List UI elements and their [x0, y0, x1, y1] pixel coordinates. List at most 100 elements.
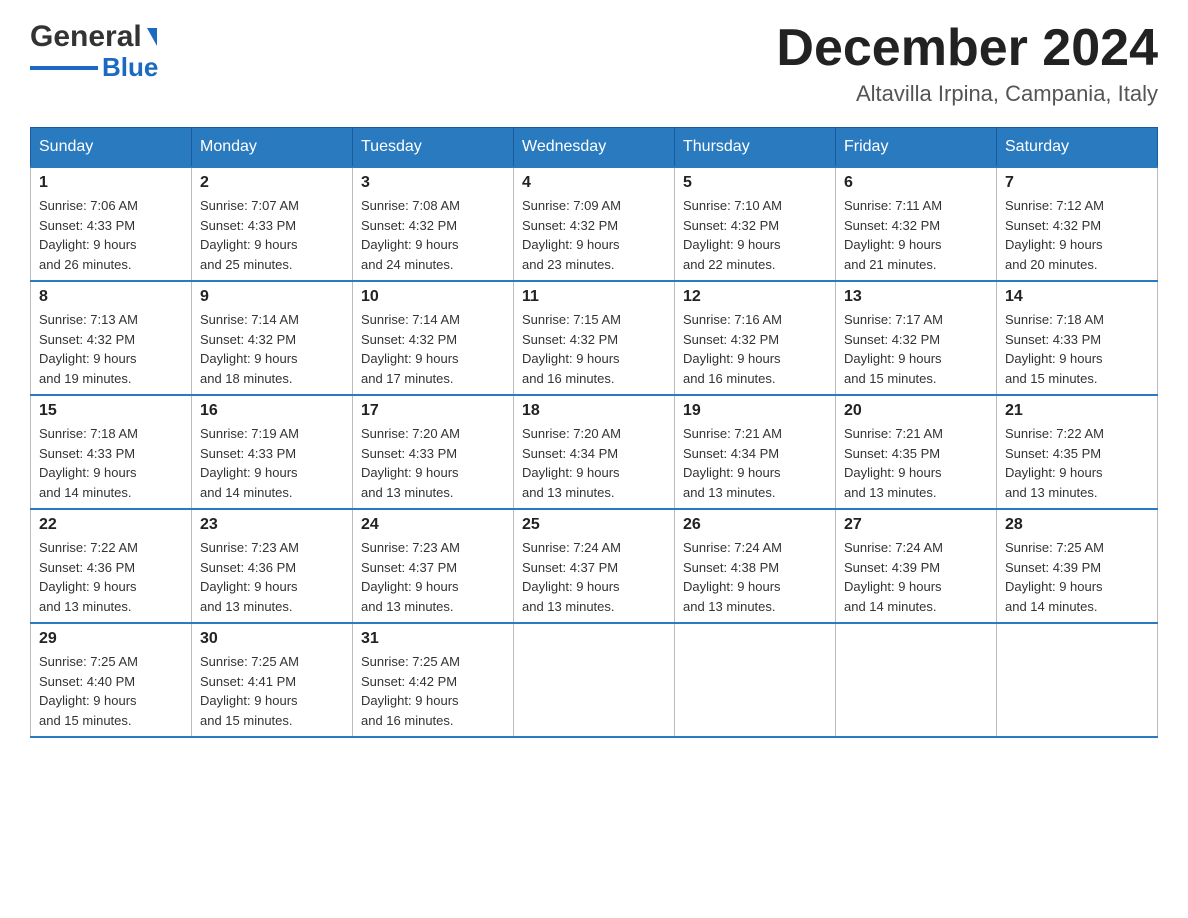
day-number: 18: [522, 402, 666, 420]
sunrise-label: Sunrise: 7:19 AM: [200, 426, 299, 441]
daylight-label: Daylight: 9 hours: [1005, 351, 1103, 366]
day-info: Sunrise: 7:24 AM Sunset: 4:38 PM Dayligh…: [683, 538, 827, 616]
daylight-label: Daylight: 9 hours: [200, 579, 298, 594]
calendar-cell: 26 Sunrise: 7:24 AM Sunset: 4:38 PM Dayl…: [675, 509, 836, 623]
sunrise-label: Sunrise: 7:15 AM: [522, 312, 621, 327]
daylight-label: Daylight: 9 hours: [39, 237, 137, 252]
daylight-minutes: and 13 minutes.: [200, 599, 293, 614]
day-info: Sunrise: 7:21 AM Sunset: 4:34 PM Dayligh…: [683, 424, 827, 502]
daylight-label: Daylight: 9 hours: [844, 351, 942, 366]
day-info: Sunrise: 7:15 AM Sunset: 4:32 PM Dayligh…: [522, 310, 666, 388]
daylight-minutes: and 13 minutes.: [361, 599, 454, 614]
sunset-label: Sunset: 4:36 PM: [39, 560, 135, 575]
daylight-minutes: and 16 minutes.: [361, 713, 454, 728]
day-info: Sunrise: 7:25 AM Sunset: 4:39 PM Dayligh…: [1005, 538, 1149, 616]
calendar-cell: 7 Sunrise: 7:12 AM Sunset: 4:32 PM Dayli…: [997, 167, 1158, 281]
daylight-label: Daylight: 9 hours: [39, 693, 137, 708]
daylight-minutes: and 13 minutes.: [1005, 485, 1098, 500]
header-tuesday: Tuesday: [353, 128, 514, 168]
sunrise-label: Sunrise: 7:13 AM: [39, 312, 138, 327]
logo-general-text: General: [30, 20, 142, 54]
calendar-cell: 31 Sunrise: 7:25 AM Sunset: 4:42 PM Dayl…: [353, 623, 514, 737]
day-number: 22: [39, 516, 183, 534]
calendar-cell: 17 Sunrise: 7:20 AM Sunset: 4:33 PM Dayl…: [353, 395, 514, 509]
day-info: Sunrise: 7:10 AM Sunset: 4:32 PM Dayligh…: [683, 196, 827, 274]
daylight-label: Daylight: 9 hours: [200, 237, 298, 252]
sunset-label: Sunset: 4:37 PM: [522, 560, 618, 575]
sunrise-label: Sunrise: 7:07 AM: [200, 198, 299, 213]
sunset-label: Sunset: 4:32 PM: [844, 218, 940, 233]
day-info: Sunrise: 7:12 AM Sunset: 4:32 PM Dayligh…: [1005, 196, 1149, 274]
daylight-label: Daylight: 9 hours: [361, 351, 459, 366]
calendar-cell: 10 Sunrise: 7:14 AM Sunset: 4:32 PM Dayl…: [353, 281, 514, 395]
sunrise-label: Sunrise: 7:22 AM: [1005, 426, 1104, 441]
day-info: Sunrise: 7:20 AM Sunset: 4:34 PM Dayligh…: [522, 424, 666, 502]
sunrise-label: Sunrise: 7:11 AM: [844, 198, 942, 213]
sunset-label: Sunset: 4:40 PM: [39, 674, 135, 689]
logo-blue-text: Blue: [102, 52, 158, 83]
daylight-minutes: and 13 minutes.: [683, 599, 776, 614]
location-subtitle: Altavilla Irpina, Campania, Italy: [776, 81, 1158, 107]
calendar-week-4: 22 Sunrise: 7:22 AM Sunset: 4:36 PM Dayl…: [31, 509, 1158, 623]
calendar-cell: 11 Sunrise: 7:15 AM Sunset: 4:32 PM Dayl…: [514, 281, 675, 395]
daylight-minutes: and 20 minutes.: [1005, 257, 1098, 272]
header-wednesday: Wednesday: [514, 128, 675, 168]
sunrise-label: Sunrise: 7:17 AM: [844, 312, 943, 327]
sunset-label: Sunset: 4:39 PM: [1005, 560, 1101, 575]
day-number: 28: [1005, 516, 1149, 534]
daylight-label: Daylight: 9 hours: [361, 579, 459, 594]
day-info: Sunrise: 7:20 AM Sunset: 4:33 PM Dayligh…: [361, 424, 505, 502]
daylight-minutes: and 16 minutes.: [522, 371, 615, 386]
header-thursday: Thursday: [675, 128, 836, 168]
calendar-cell: 24 Sunrise: 7:23 AM Sunset: 4:37 PM Dayl…: [353, 509, 514, 623]
day-number: 1: [39, 174, 183, 192]
sunrise-label: Sunrise: 7:24 AM: [683, 540, 782, 555]
daylight-minutes: and 18 minutes.: [200, 371, 293, 386]
daylight-minutes: and 19 minutes.: [39, 371, 132, 386]
calendar-cell: 4 Sunrise: 7:09 AM Sunset: 4:32 PM Dayli…: [514, 167, 675, 281]
calendar-cell: 21 Sunrise: 7:22 AM Sunset: 4:35 PM Dayl…: [997, 395, 1158, 509]
sunset-label: Sunset: 4:33 PM: [200, 446, 296, 461]
daylight-minutes: and 23 minutes.: [522, 257, 615, 272]
day-number: 31: [361, 630, 505, 648]
calendar-cell: 8 Sunrise: 7:13 AM Sunset: 4:32 PM Dayli…: [31, 281, 192, 395]
calendar-cell: [514, 623, 675, 737]
daylight-label: Daylight: 9 hours: [200, 693, 298, 708]
sunset-label: Sunset: 4:32 PM: [361, 218, 457, 233]
daylight-minutes: and 14 minutes.: [1005, 599, 1098, 614]
daylight-label: Daylight: 9 hours: [683, 351, 781, 366]
header-sunday: Sunday: [31, 128, 192, 168]
calendar-cell: 3 Sunrise: 7:08 AM Sunset: 4:32 PM Dayli…: [353, 167, 514, 281]
sunrise-label: Sunrise: 7:25 AM: [361, 654, 460, 669]
daylight-label: Daylight: 9 hours: [522, 351, 620, 366]
calendar-week-2: 8 Sunrise: 7:13 AM Sunset: 4:32 PM Dayli…: [31, 281, 1158, 395]
calendar-cell: 25 Sunrise: 7:24 AM Sunset: 4:37 PM Dayl…: [514, 509, 675, 623]
sunset-label: Sunset: 4:42 PM: [361, 674, 457, 689]
daylight-label: Daylight: 9 hours: [200, 351, 298, 366]
sunrise-label: Sunrise: 7:25 AM: [200, 654, 299, 669]
daylight-minutes: and 16 minutes.: [683, 371, 776, 386]
sunset-label: Sunset: 4:33 PM: [200, 218, 296, 233]
day-number: 11: [522, 288, 666, 306]
day-info: Sunrise: 7:11 AM Sunset: 4:32 PM Dayligh…: [844, 196, 988, 274]
sunset-label: Sunset: 4:33 PM: [1005, 332, 1101, 347]
calendar-cell: 9 Sunrise: 7:14 AM Sunset: 4:32 PM Dayli…: [192, 281, 353, 395]
day-number: 26: [683, 516, 827, 534]
sunset-label: Sunset: 4:33 PM: [39, 446, 135, 461]
sunrise-label: Sunrise: 7:20 AM: [522, 426, 621, 441]
daylight-label: Daylight: 9 hours: [361, 465, 459, 480]
daylight-label: Daylight: 9 hours: [1005, 465, 1103, 480]
sunset-label: Sunset: 4:32 PM: [1005, 218, 1101, 233]
day-info: Sunrise: 7:06 AM Sunset: 4:33 PM Dayligh…: [39, 196, 183, 274]
calendar-cell: 12 Sunrise: 7:16 AM Sunset: 4:32 PM Dayl…: [675, 281, 836, 395]
sunrise-label: Sunrise: 7:14 AM: [200, 312, 299, 327]
daylight-label: Daylight: 9 hours: [522, 237, 620, 252]
daylight-minutes: and 17 minutes.: [361, 371, 454, 386]
day-number: 30: [200, 630, 344, 648]
day-number: 8: [39, 288, 183, 306]
sunset-label: Sunset: 4:32 PM: [522, 218, 618, 233]
day-number: 7: [1005, 174, 1149, 192]
sunset-label: Sunset: 4:34 PM: [522, 446, 618, 461]
daylight-label: Daylight: 9 hours: [361, 237, 459, 252]
daylight-label: Daylight: 9 hours: [361, 693, 459, 708]
